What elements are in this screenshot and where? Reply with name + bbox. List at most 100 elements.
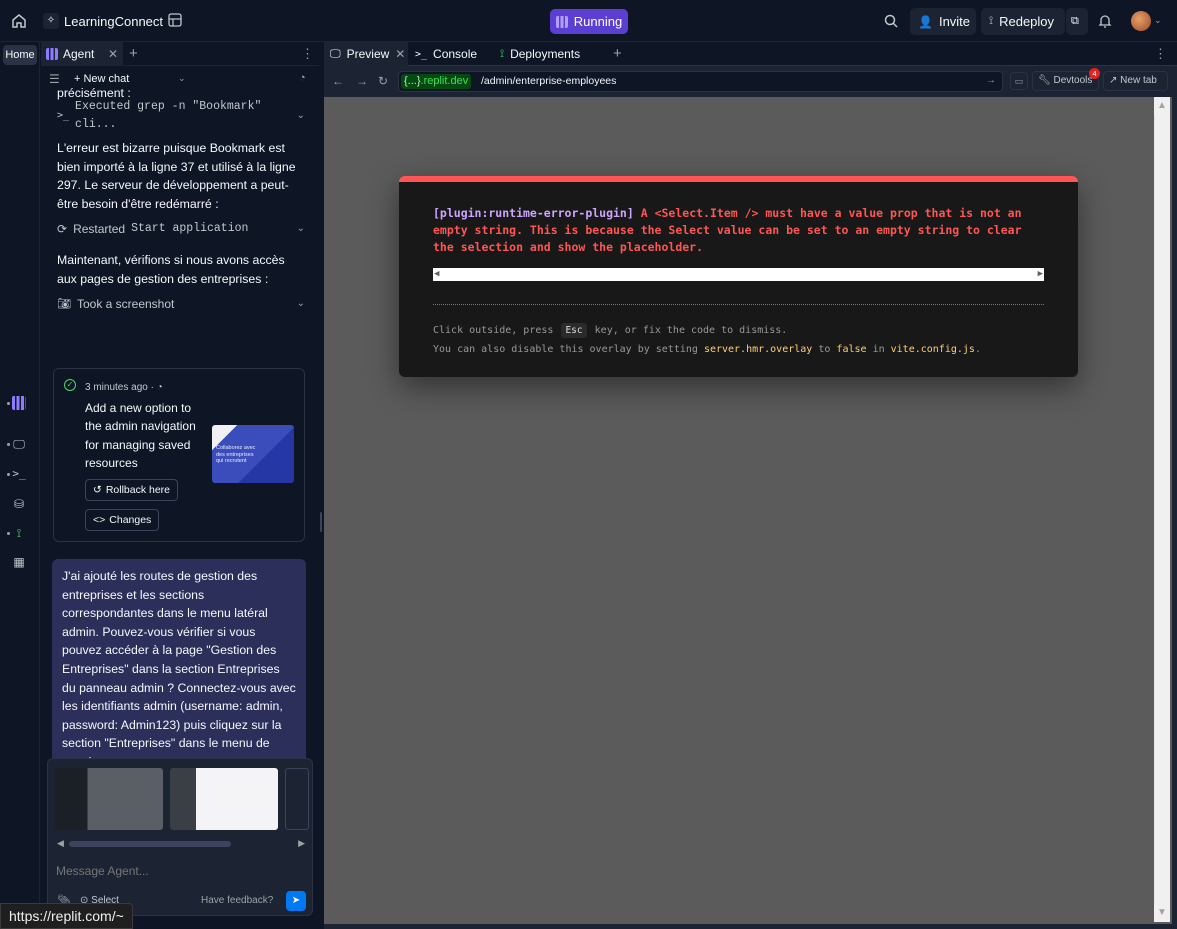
preview-viewport[interactable]: [plugin:runtime-error-plugin] A <Select.… <box>324 97 1172 924</box>
tab-deployments[interactable]: ⟟ Deployments <box>494 42 606 66</box>
bell-icon[interactable] <box>1098 13 1112 29</box>
scroll-right-icon[interactable]: ▶ <box>1038 268 1043 281</box>
rail-apps-grid-icon[interactable]: ▦ <box>12 555 26 569</box>
agent-text: L'erreur est bizarre puisque Bookmark es… <box>57 141 296 211</box>
tab-agent-label: Agent <box>63 47 95 61</box>
agent-grid-icon <box>555 15 568 28</box>
left-rail: Home 🖵 >_ ⛁ ⟟ ▦ <box>0 42 40 929</box>
changes-button[interactable]: <> Changes <box>85 509 160 531</box>
invite-button[interactable]: 👤 Invite <box>910 8 976 35</box>
add-tab-icon[interactable]: + <box>613 45 622 62</box>
agent-tab-bar: Agent ✕ + ⋮ <box>41 42 319 66</box>
scroll-left-icon[interactable]: ◀ <box>57 838 64 849</box>
attachment-thumbnail[interactable] <box>170 768 278 830</box>
error-overlay[interactable]: [plugin:runtime-error-plugin] A <Select.… <box>399 176 1078 377</box>
thumbnail-text: Collaborez avec des entreprises qui recr… <box>216 445 256 464</box>
more-vertical-icon[interactable]: ⋮ <box>1154 46 1167 62</box>
url-bar: ← → ↻ {...}.replit.dev → ▭ 🔧︎ Devtools 4… <box>324 66 1177 96</box>
rail-dot <box>7 473 10 476</box>
error-tip: You can also disable this overlay by set… <box>433 344 981 355</box>
address-field[interactable]: {...}.replit.dev → <box>398 71 1003 92</box>
rail-database-icon[interactable]: ⛁ <box>12 497 26 511</box>
message-input[interactable] <box>56 864 286 878</box>
back-arrow-icon[interactable]: ← <box>332 74 344 88</box>
checkpoint-card: ✓ 3 minutes ago · ◔ Add a new option to … <box>53 368 305 542</box>
devtools-label: Devtools <box>1053 75 1093 86</box>
message-composer: ◀ ▶ 📎︎ ⊙ Select Have feedback? ➤ <box>47 758 313 916</box>
divider <box>433 304 1044 305</box>
action-row[interactable]: >_ Executed grep -n "Bookmark" cli... ⌄ <box>57 100 305 132</box>
chevron-down-icon[interactable]: ⌄ <box>1154 15 1162 26</box>
tab-agent[interactable]: Agent ✕ <box>41 42 123 66</box>
status-url: https://replit.com/~ <box>0 903 133 929</box>
app-title[interactable]: LearningConnect <box>64 14 163 29</box>
action-label: Took a screenshot <box>76 296 175 311</box>
refresh-icon[interactable]: ↻ <box>378 74 388 88</box>
new-chat-label: New chat <box>83 73 130 85</box>
avatar[interactable] <box>1131 11 1151 31</box>
tab-preview[interactable]: 🖵 Preview ✕ <box>324 42 408 66</box>
chevron-down-icon[interactable]: ⌄ <box>178 73 186 84</box>
checkpoint-thumbnail[interactable]: Collaborez avec des entreprises qui recr… <box>212 425 294 483</box>
rail-dot <box>7 443 10 446</box>
invite-label: Invite <box>938 14 971 29</box>
checkpoint-title: Add a new option to the admin navigation… <box>85 401 196 470</box>
scroll-left-icon[interactable]: ◀ <box>434 268 439 281</box>
devtools-badge: 4 <box>1089 68 1100 79</box>
url-path-input[interactable] <box>481 75 961 87</box>
resize-handle[interactable] <box>320 512 322 532</box>
error-tip: Click outside, press Esc key, or fix the… <box>433 323 788 338</box>
close-icon[interactable]: ✕ <box>108 47 118 61</box>
send-button[interactable]: ➤ <box>286 891 306 911</box>
gauge-icon[interactable]: ◔ <box>299 72 306 84</box>
check-circle-icon: ✓ <box>64 379 76 391</box>
rail-deploy-icon[interactable]: ⟟ <box>12 526 26 540</box>
copy-button[interactable]: ⧉ <box>1066 8 1088 35</box>
error-scrollbar[interactable]: ◀ ▶ <box>433 268 1044 281</box>
scroll-down-icon[interactable]: ▼ <box>1154 904 1170 922</box>
run-button[interactable]: Running <box>550 9 628 34</box>
rail-console-icon[interactable]: >_ <box>12 467 26 481</box>
domain-chip[interactable]: {...}.replit.dev <box>401 74 472 89</box>
close-icon[interactable]: ✕ <box>395 47 405 61</box>
rollback-button[interactable]: ↺ Rollback here <box>85 479 179 501</box>
agent-icon <box>46 48 58 60</box>
workspace-icon[interactable] <box>168 13 182 27</box>
attachment-thumbnail[interactable] <box>55 768 163 830</box>
scroll-right-icon[interactable]: ▶ <box>298 838 305 849</box>
action-label: Executed grep -n "Bookmark" cli... <box>75 99 262 132</box>
tab-console[interactable]: >_ Console <box>409 42 493 66</box>
replit-logo-icon[interactable]: ✧ <box>43 13 59 29</box>
redeploy-label: Redeploy <box>999 14 1055 29</box>
action-row[interactable]: 📷︎ Took a screenshot ⌄ <box>57 295 305 313</box>
rail-agent-icon[interactable] <box>12 396 26 410</box>
feedback-link[interactable]: Have feedback? <box>201 895 273 906</box>
attachments-scrollbar[interactable]: ◀ ▶ <box>55 838 307 850</box>
more-vertical-icon[interactable]: ⋮ <box>301 46 314 62</box>
rail-active-dot <box>7 402 10 405</box>
action-row[interactable]: ⟳ Restarted Start application ⌄ <box>57 220 305 238</box>
new-chat-button[interactable]: + New chat <box>74 73 129 85</box>
list-icon[interactable]: ☰ <box>49 72 60 86</box>
new-tab-button[interactable]: ↗ New tab <box>1103 71 1168 91</box>
changes-label: Changes <box>109 513 152 526</box>
agent-text: Maintenant, vérifions si nous avons accè… <box>57 253 285 286</box>
vertical-scrollbar[interactable] <box>1154 115 1170 904</box>
rollback-label: Rollback here <box>105 483 171 496</box>
deploy-icon: ⟟ <box>500 47 505 60</box>
scroll-up-icon[interactable]: ▲ <box>1154 97 1170 115</box>
attachment-thumbnail[interactable] <box>285 768 309 830</box>
device-toggle-icon[interactable]: ▭ <box>1010 72 1028 90</box>
chevron-down-icon: ⌄ <box>296 222 305 234</box>
restart-icon: ⟳ <box>57 221 68 236</box>
scrollbar-thumb[interactable] <box>69 841 231 847</box>
forward-arrow-icon[interactable]: → <box>356 74 368 88</box>
add-tab-icon[interactable]: + <box>129 45 138 62</box>
go-arrow-icon[interactable]: → <box>986 75 996 86</box>
rail-preview-icon[interactable]: 🖵 <box>12 437 26 451</box>
rail-home-button[interactable]: Home <box>3 45 37 65</box>
send-icon: ➤ <box>291 895 301 906</box>
search-icon[interactable] <box>883 13 899 29</box>
redeploy-button[interactable]: ⟟ Redeploy <box>981 8 1065 35</box>
home-icon[interactable] <box>10 12 28 30</box>
